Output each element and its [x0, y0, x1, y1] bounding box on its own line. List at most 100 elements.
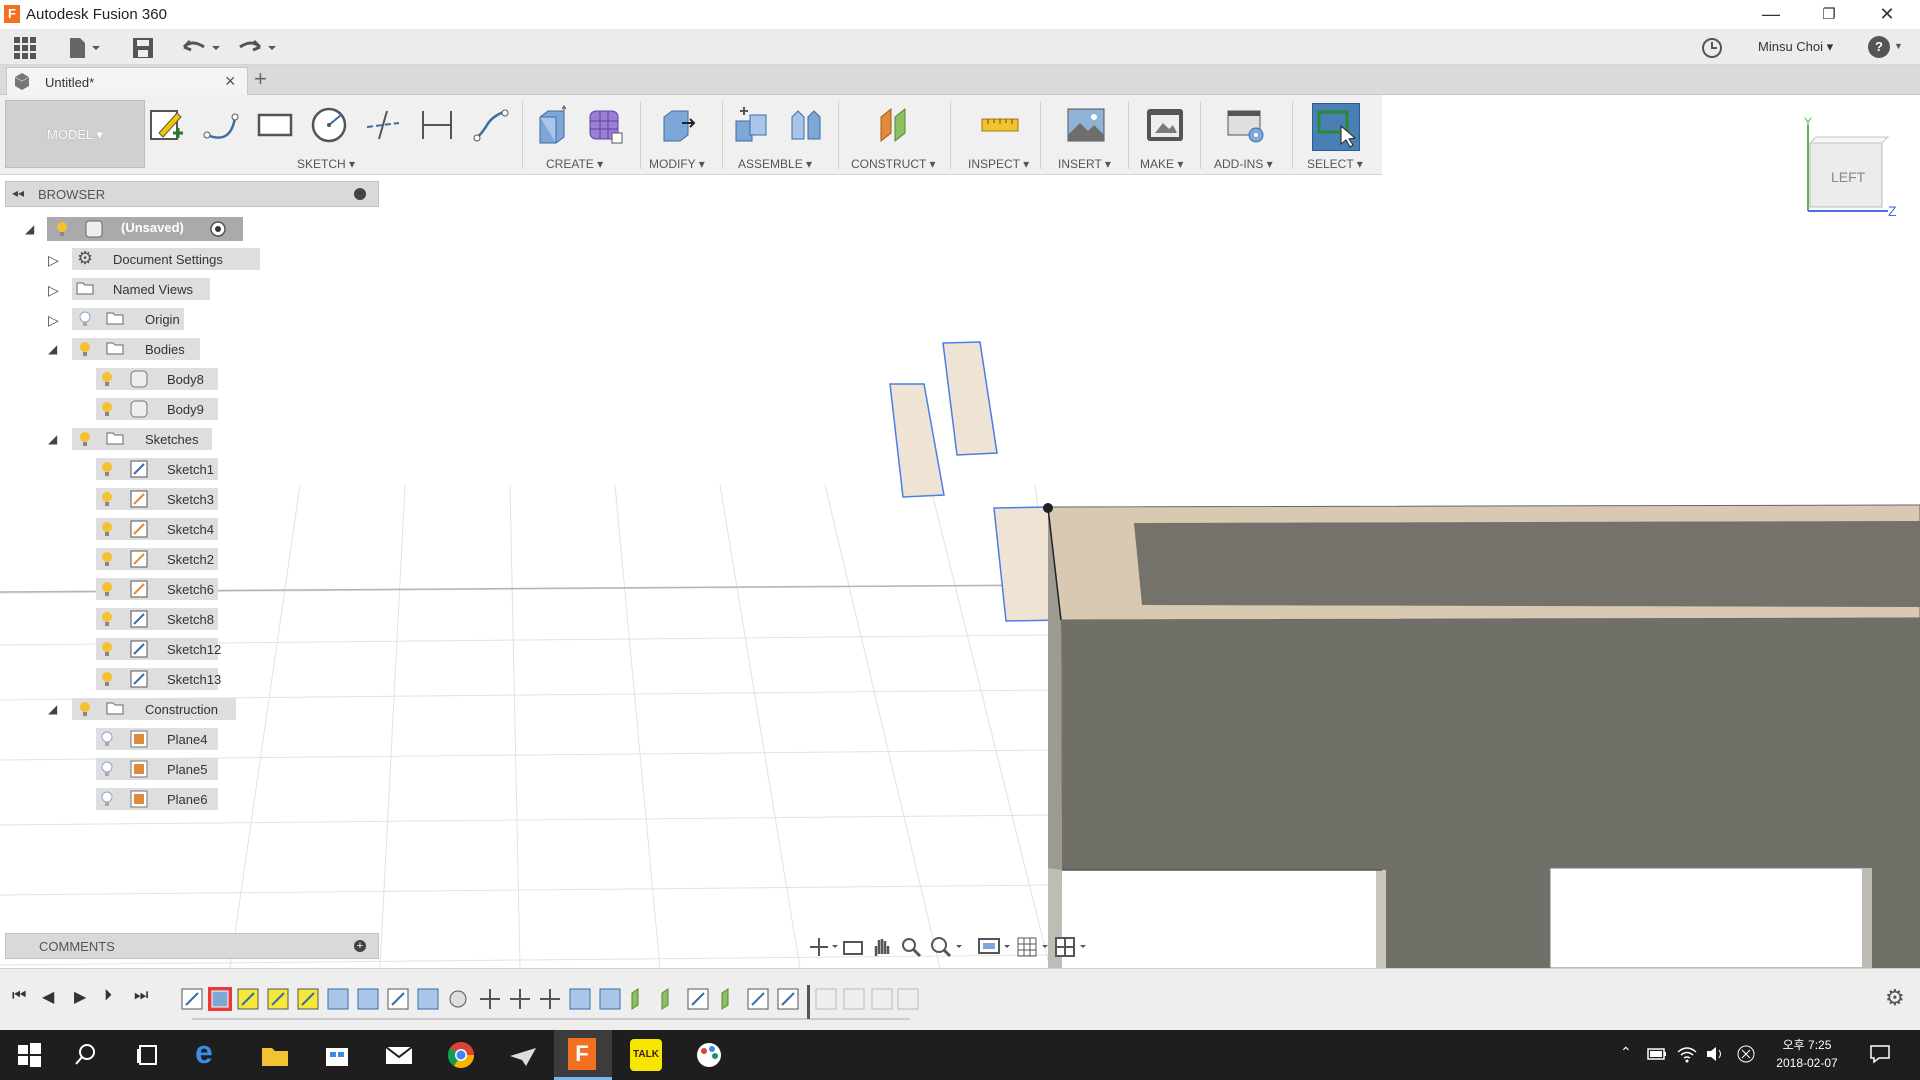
pan-hand-icon[interactable] [870, 936, 892, 958]
visibility-bulb-icon[interactable] [78, 431, 92, 447]
paint-icon[interactable] [692, 1038, 726, 1072]
timeline-features[interactable] [180, 985, 920, 1025]
activate-radio-icon[interactable] [209, 220, 227, 238]
kakaotalk-icon[interactable]: TALK [630, 1039, 662, 1071]
browser-minimize-icon[interactable] [354, 188, 366, 200]
visibility-bulb-off-icon[interactable] [100, 791, 114, 807]
visibility-bulb-icon[interactable] [100, 461, 114, 477]
insert-menu[interactable]: INSERT ▾ [1058, 157, 1111, 171]
measure-icon[interactable] [980, 105, 1020, 145]
viewport-scene[interactable] [0, 175, 1920, 968]
construct-menu[interactable]: CONSTRUCT ▾ [851, 157, 935, 171]
expand-triangle-icon[interactable]: ▷ [48, 252, 59, 269]
fit-zoom-icon[interactable] [930, 936, 964, 958]
user-account-menu[interactable]: Minsu Choi ▾ [1758, 39, 1833, 55]
display-settings-icon[interactable] [978, 936, 1012, 958]
visibility-bulb-icon[interactable] [78, 341, 92, 357]
timeline-last-icon[interactable]: ⏭ [134, 987, 148, 1005]
battery-icon[interactable] [1646, 1044, 1668, 1064]
create-sketch-icon[interactable] [147, 105, 187, 145]
redo-icon[interactable] [236, 37, 280, 59]
make-menu[interactable]: MAKE ▾ [1140, 157, 1183, 171]
edge-browser-icon[interactable]: e [195, 1034, 213, 1071]
visibility-bulb-icon[interactable] [100, 581, 114, 597]
assemble-menu[interactable]: ASSEMBLE ▾ [738, 157, 812, 171]
browser-panel-header[interactable]: ◂◂ BROWSER [5, 181, 379, 207]
wifi-icon[interactable] [1676, 1044, 1698, 1064]
grid-snaps-icon[interactable] [1016, 936, 1050, 958]
addins-menu[interactable]: ADD-INS ▾ [1214, 157, 1273, 171]
comments-panel-header[interactable]: COMMENTS + [5, 933, 379, 959]
select-tool-button[interactable] [1312, 103, 1360, 151]
visibility-bulb-icon[interactable] [100, 671, 114, 687]
undo-icon[interactable] [180, 37, 224, 59]
collapse-triangle-icon[interactable]: ◢ [48, 342, 57, 356]
new-component-icon[interactable] [732, 105, 772, 145]
select-menu[interactable]: SELECT ▾ [1307, 157, 1363, 171]
press-pull-icon[interactable] [658, 105, 698, 145]
sketch-menu[interactable]: SKETCH ▾ [297, 157, 355, 171]
data-panel-grid-icon[interactable] [14, 37, 36, 59]
job-status-clock-icon[interactable] [1701, 37, 1723, 59]
visibility-bulb-off-icon[interactable] [100, 731, 114, 747]
task-view-icon[interactable] [132, 1038, 166, 1072]
visibility-bulb-icon[interactable] [100, 401, 114, 417]
file-explorer-icon[interactable] [258, 1038, 292, 1072]
timeline-previous-icon[interactable]: ◀ [42, 987, 54, 1007]
taskbar-clock[interactable]: 오후 7:25 2018-02-07 [1772, 1036, 1842, 1070]
collapse-triangle-icon[interactable]: ◢ [25, 222, 34, 236]
orbit-icon[interactable] [808, 936, 838, 958]
visibility-bulb-icon[interactable] [100, 611, 114, 627]
viewports-icon[interactable] [1054, 936, 1088, 958]
visibility-bulb-off-icon[interactable] [100, 761, 114, 777]
sketch-dimension-icon[interactable] [417, 105, 457, 145]
scripts-addins-icon[interactable] [1226, 105, 1266, 145]
mail-icon[interactable] [382, 1038, 416, 1072]
tree-root[interactable]: ◢ (Unsaved) [25, 216, 243, 242]
3d-viewport[interactable] [0, 175, 1920, 968]
save-icon[interactable] [132, 37, 154, 59]
visibility-bulb-icon[interactable] [100, 371, 114, 387]
app-paper-plane-icon[interactable] [506, 1038, 540, 1072]
zoom-icon[interactable] [900, 936, 922, 958]
collapse-triangle-icon[interactable]: ◢ [48, 702, 57, 716]
collapse-triangle-icon[interactable]: ◢ [48, 432, 57, 446]
tray-overflow-icon[interactable]: ⌃ [1620, 1044, 1632, 1061]
close-window-button[interactable]: ✕ [1858, 0, 1916, 29]
trim-tool-icon[interactable] [363, 105, 403, 145]
circle-tool-icon[interactable] [309, 105, 349, 145]
visibility-bulb-icon[interactable] [100, 551, 114, 567]
help-icon[interactable]: ? [1868, 36, 1890, 58]
viewcube[interactable]: LEFT Y Z [1800, 115, 1900, 219]
spline-tool-icon[interactable] [471, 105, 511, 145]
windows-start-icon[interactable] [12, 1038, 46, 1072]
action-center-icon[interactable] [1868, 1042, 1892, 1066]
look-at-icon[interactable] [842, 936, 864, 958]
visibility-bulb-icon[interactable] [100, 491, 114, 507]
visibility-bulb-off-icon[interactable] [78, 311, 92, 327]
3d-print-icon[interactable] [1145, 105, 1185, 145]
create-form-icon[interactable] [584, 105, 624, 145]
create-menu[interactable]: CREATE ▾ [546, 157, 603, 171]
insert-canvas-icon[interactable] [1066, 105, 1106, 145]
file-menu-icon[interactable] [68, 37, 102, 59]
offset-plane-icon[interactable] [875, 105, 915, 145]
document-tab[interactable]: Untitled* × [6, 67, 248, 95]
store-icon[interactable] [320, 1038, 354, 1072]
workspace-switcher[interactable]: MODEL ▾ [5, 100, 145, 168]
restore-button[interactable]: ❐ [1800, 0, 1858, 29]
minimize-button[interactable]: — [1742, 0, 1800, 29]
rectangle-tool-icon[interactable] [255, 105, 295, 145]
add-comment-icon[interactable]: + [354, 940, 366, 952]
visibility-bulb-icon[interactable] [100, 521, 114, 537]
visibility-bulb-icon[interactable] [100, 641, 114, 657]
fusion-taskbar-button[interactable]: F [554, 1030, 612, 1080]
expand-triangle-icon[interactable]: ▷ [48, 282, 59, 299]
visibility-bulb-icon[interactable] [55, 221, 69, 237]
expand-triangle-icon[interactable]: ▷ [48, 312, 59, 329]
extrude-icon[interactable] [532, 105, 572, 145]
chrome-icon[interactable] [444, 1038, 478, 1072]
new-tab-button[interactable]: + [254, 66, 267, 92]
collapse-browser-icon[interactable]: ◂◂ [12, 186, 24, 200]
inspect-menu[interactable]: INSPECT ▾ [968, 157, 1029, 171]
